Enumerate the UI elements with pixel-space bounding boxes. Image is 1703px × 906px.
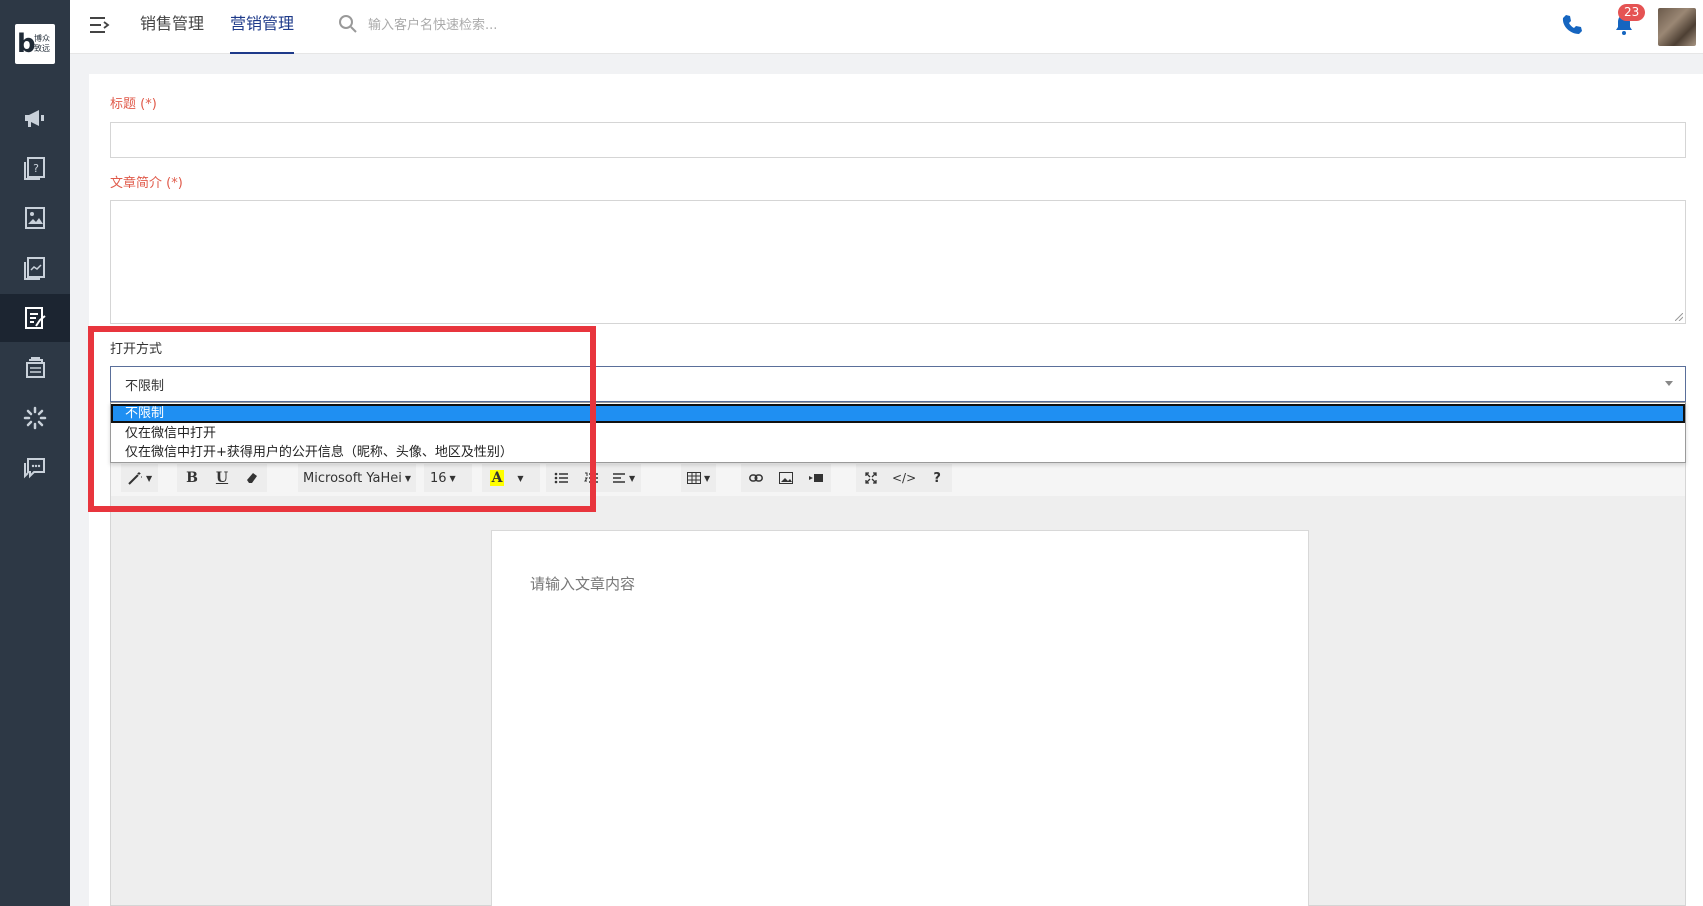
paragraph-align-button[interactable]: ▼ [606, 464, 641, 492]
font-family-value: Microsoft YaHei [303, 470, 402, 486]
open-mode-label: 打开方式 [110, 342, 163, 357]
editor-area: 请输入文章内容 [110, 496, 1686, 906]
align-left-icon [613, 473, 625, 483]
megaphone-icon [25, 110, 44, 127]
sidebar: b 博众 致远 ? [0, 0, 70, 906]
eraser-button[interactable] [237, 464, 267, 492]
font-size-select[interactable]: 16 ▼ [424, 464, 462, 492]
tab-marketing[interactable]: 营销管理 [230, 0, 295, 54]
tab-sales[interactable]: 销售管理 [140, 0, 204, 54]
toolbar-view-group: </> ? [856, 464, 953, 492]
open-mode-dropdown: 不限制 仅在微信中打开 仅在微信中打开+获得用户的公开信息（昵称、头像、地区及性… [110, 402, 1686, 463]
text-color-dropdown[interactable]: ▼ [512, 464, 526, 492]
resize-grip-icon[interactable] [1675, 313, 1683, 321]
summary-label: 文章简介 (*) [110, 176, 183, 191]
sidebar-item-marketing[interactable] [0, 94, 70, 142]
unordered-list-button[interactable] [546, 464, 576, 492]
insert-table-button[interactable]: ▼ [681, 464, 716, 492]
chevron-down-icon [1665, 381, 1673, 386]
link-icon [749, 474, 763, 482]
logo-text: 博众 致远 [34, 34, 50, 53]
summary-textarea[interactable] [110, 200, 1686, 324]
help-button[interactable]: ? [922, 464, 952, 492]
insert-link-button[interactable] [741, 464, 771, 492]
question-doc-icon: ? [24, 157, 45, 180]
bullet-list-icon [554, 472, 568, 484]
font-size-value: 16 [430, 470, 447, 486]
search-icon [339, 15, 357, 33]
table-icon [687, 472, 701, 484]
svg-text:?: ? [33, 162, 39, 175]
ordered-list-button[interactable] [576, 464, 606, 492]
sidebar-item-library[interactable] [0, 344, 70, 392]
sidebar-item-reports[interactable] [0, 244, 70, 292]
chat-icon [24, 458, 45, 479]
open-mode-selected-value: 不限制 [125, 379, 165, 394]
image-doc-icon [25, 207, 45, 229]
editor-placeholder: 请输入文章内容 [530, 575, 636, 593]
article-edit-icon [25, 307, 46, 329]
editor-toolbar: ▼ B U Microsoft YaHei ▼ 16 ▼ A ▼ ▼ ▼ </>… [110, 460, 1686, 496]
title-label: 标题 (*) [110, 97, 157, 112]
option-unrestricted[interactable]: 不限制 [111, 404, 1685, 423]
toolbar-format-group: B U [177, 464, 267, 492]
open-mode-select[interactable]: 不限制 [110, 366, 1686, 402]
fullscreen-icon [865, 472, 877, 484]
toolbar-table-group: ▼ [681, 464, 717, 492]
toolbar-color-group: A ▼ [482, 464, 540, 492]
code-view-button[interactable]: </> [886, 464, 922, 492]
bold-button[interactable]: B [177, 464, 207, 492]
user-avatar[interactable] [1658, 8, 1696, 46]
underline-button[interactable]: U [207, 464, 237, 492]
image-icon [779, 472, 793, 484]
font-family-select[interactable]: Microsoft YaHei ▼ [298, 464, 416, 492]
insert-image-button[interactable] [771, 464, 801, 492]
numbered-list-icon [584, 472, 598, 483]
toolbar-size-group: 16 ▼ [424, 464, 472, 492]
sidebar-item-images[interactable] [0, 194, 70, 242]
top-header: 销售管理 营销管理 23 [70, 0, 1703, 54]
sidebar-item-articles[interactable] [0, 294, 70, 342]
sidebar-item-messages[interactable] [0, 444, 70, 492]
menu-toggle-icon[interactable] [88, 14, 110, 36]
stack-doc-icon [26, 357, 45, 378]
text-color-letter: A [489, 470, 505, 486]
style-magic-button[interactable]: ▼ [121, 464, 158, 492]
notification-badge: 23 [1618, 4, 1646, 21]
spinner-icon [23, 406, 47, 430]
customer-search-input[interactable] [368, 14, 628, 36]
option-wechat-only[interactable]: 仅在微信中打开 [111, 424, 1685, 443]
logo-letter: b [17, 29, 36, 59]
eraser-icon [247, 473, 257, 483]
sidebar-item-faq[interactable]: ? [0, 144, 70, 192]
option-wechat-with-userinfo[interactable]: 仅在微信中打开+获得用户的公开信息（昵称、头像、地区及性别） [111, 443, 1685, 462]
toolbar-style-group: ▼ [121, 464, 159, 492]
chart-doc-icon [24, 257, 45, 280]
toolbar-list-group: ▼ [546, 464, 642, 492]
title-input[interactable] [110, 122, 1686, 158]
app-logo[interactable]: b 博众 致远 [15, 24, 55, 64]
editor-page[interactable]: 请输入文章内容 [491, 530, 1309, 906]
magic-wand-icon [128, 472, 142, 485]
toolbar-font-group: Microsoft YaHei ▼ [298, 464, 416, 492]
sidebar-item-activity[interactable] [0, 394, 70, 442]
insert-video-button[interactable] [801, 464, 831, 492]
phone-icon[interactable] [1560, 12, 1584, 36]
fullscreen-button[interactable] [856, 464, 886, 492]
video-icon [809, 474, 823, 482]
text-color-button[interactable]: A [482, 464, 512, 492]
toolbar-insert-group [741, 464, 831, 492]
